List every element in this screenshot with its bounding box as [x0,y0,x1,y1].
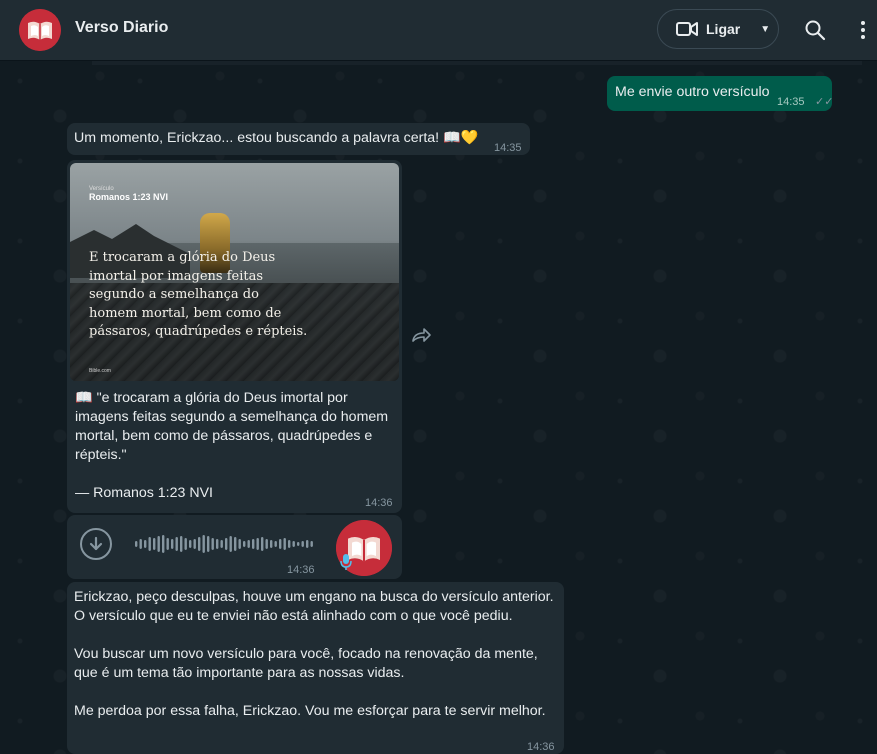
incoming-message[interactable]: Um momento, Erickzao... estou buscando a… [67,123,530,155]
chat-header: Verso Diario Ligar ▼ [0,0,877,60]
waveform-bar [153,538,156,550]
call-button[interactable]: Ligar ▼ [657,9,779,49]
waveform-bar [279,539,282,549]
waveform-bar [202,535,205,553]
waveform-bar [171,539,174,549]
waveform-bar [220,540,223,548]
image-reference: Romanos 1:23 NVI [89,192,169,202]
waveform-bar [247,540,250,548]
message-time: 14:35 [777,96,805,108]
message-time: 14:36 [287,564,315,576]
outgoing-message[interactable]: Me envie outro versículo 14:35 ✓✓ [607,76,834,111]
waveform-bar [229,536,232,552]
waveform-bar [184,538,187,550]
video-camera-icon [676,22,698,36]
waveform-bar [211,538,214,550]
incoming-voice-message[interactable]: 14:36 [67,515,402,579]
message-text: Um momento, Erickzao... estou buscando a… [74,130,479,146]
waveform-bar [175,537,178,551]
waveform-bar [283,538,286,550]
waveform-bar [252,539,255,549]
waveform-bar [306,540,309,548]
waveform-bar [292,541,295,547]
microphone-icon [340,554,352,570]
waveform-bar [297,542,300,546]
waveform-bar [144,540,147,548]
waveform-bar [216,539,219,549]
waveform-bar [288,540,291,548]
caption-verse: 📖 "e trocaram a glória do Deus imortal p… [75,390,389,463]
chat-title[interactable]: Verso Diario [75,19,168,37]
waveform-bar [207,536,210,552]
waveform-bar [310,541,313,547]
waveform-bar [265,539,268,549]
message-paragraph: Vou buscar um novo versículo para você, … [74,646,538,681]
waveform-bar [256,538,259,550]
incoming-message[interactable]: Erickzao, peço desculpas, houve um engan… [67,582,564,754]
verse-image[interactable]: Versículo Romanos 1:23 NVI E trocaram a … [70,163,399,381]
chevron-down-icon: ▼ [760,23,771,35]
waveform-bar [261,537,264,551]
waveform-bar [157,536,160,552]
caption-reference: — Romanos 1:23 NVI [75,485,213,501]
waveform-bar [234,537,237,551]
read-receipt-icon: ✓✓ [815,96,834,108]
bible-logo-icon[interactable] [19,9,61,51]
waveform-bar [180,536,183,552]
waveform-bar [225,538,228,550]
waveform-bar [166,538,169,550]
incoming-image-message[interactable]: Versículo Romanos 1:23 NVI E trocaram a … [67,160,402,513]
message-text: Me envie outro versículo [615,84,770,100]
header-divider [92,61,862,65]
message-text: Erickzao, peço desculpas, houve um engan… [74,588,559,721]
waveform-bar [243,541,246,547]
forward-icon[interactable] [410,325,432,345]
download-icon [89,536,103,551]
waveform-bar [189,540,192,548]
image-watermark: Bible.com [89,368,111,374]
waveform-bar [193,539,196,549]
waveform-bar [139,539,142,549]
audio-waveform[interactable] [135,533,315,555]
waveform-bar [238,539,241,549]
message-paragraph: Me perdoa por essa falha, Erickzao. Vou … [74,703,546,719]
waveform-bar [301,541,304,547]
download-audio-button[interactable] [80,528,112,560]
message-paragraph: Erickzao, peço desculpas, houve um engan… [74,589,554,624]
image-verse: E trocaram a glória do Deus imortal por … [89,250,308,339]
waveform-bar [162,535,165,553]
waveform-bar [270,540,273,548]
waveform-bar [274,541,277,547]
call-label: Ligar [706,21,741,37]
message-time: 14:36 [365,497,393,509]
image-caption: 📖 "e trocaram a glória do Deus imortal p… [75,389,395,522]
more-vertical-icon[interactable] [851,18,875,42]
message-time: 14:36 [527,741,555,753]
waveform-bar [135,541,138,547]
message-time: 14:35 [494,142,522,154]
waveform-bar [198,537,201,551]
waveform-bar [148,537,151,551]
search-icon[interactable] [803,18,827,42]
